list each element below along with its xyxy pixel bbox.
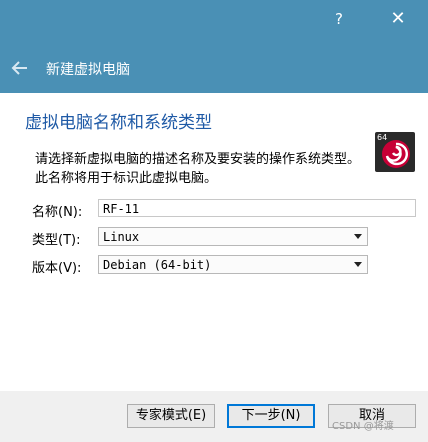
debian-os-icon: 64	[375, 132, 415, 172]
name-label: 名称(N):	[32, 205, 83, 220]
version-select[interactable]: Debian (64-bit)	[98, 255, 368, 274]
chevron-down-icon	[354, 262, 362, 267]
help-button[interactable]: ?	[317, 0, 361, 38]
wizard-header: 新建虚拟电脑	[0, 45, 428, 93]
type-label: 类型(T):	[32, 233, 81, 248]
description-line: 请选择新虚拟电脑的描述名称及要安装的操作系统类型。	[35, 152, 361, 167]
watermark: CSDN @将渡	[332, 421, 394, 432]
wizard-page: 虚拟电脑名称和系统类型 请选择新虚拟电脑的描述名称及要安装的操作系统类型。 此名…	[0, 93, 428, 391]
close-button[interactable]: ✕	[376, 0, 420, 38]
page-title: 虚拟电脑名称和系统类型	[25, 113, 212, 133]
description-line: 此名称将用于标识此虚拟电脑。	[35, 171, 218, 186]
version-select-value: Debian (64-bit)	[103, 258, 212, 272]
name-input[interactable]: RF-11	[98, 199, 416, 217]
wizard-title: 新建虚拟电脑	[46, 62, 130, 78]
version-label: 版本(V):	[32, 261, 82, 276]
page-description: 请选择新虚拟电脑的描述名称及要安装的操作系统类型。 此名称将用于标识此虚拟电脑。	[35, 150, 420, 188]
back-arrow-icon[interactable]	[10, 58, 30, 78]
type-select[interactable]: Linux	[98, 227, 368, 246]
os-bitness-badge: 64	[377, 133, 388, 142]
next-button[interactable]: 下一步(N)	[227, 404, 315, 428]
title-bar: ? ✕	[0, 0, 428, 45]
expert-mode-button[interactable]: 专家模式(E)	[127, 404, 215, 428]
type-select-value: Linux	[103, 230, 140, 244]
chevron-down-icon	[354, 234, 362, 239]
